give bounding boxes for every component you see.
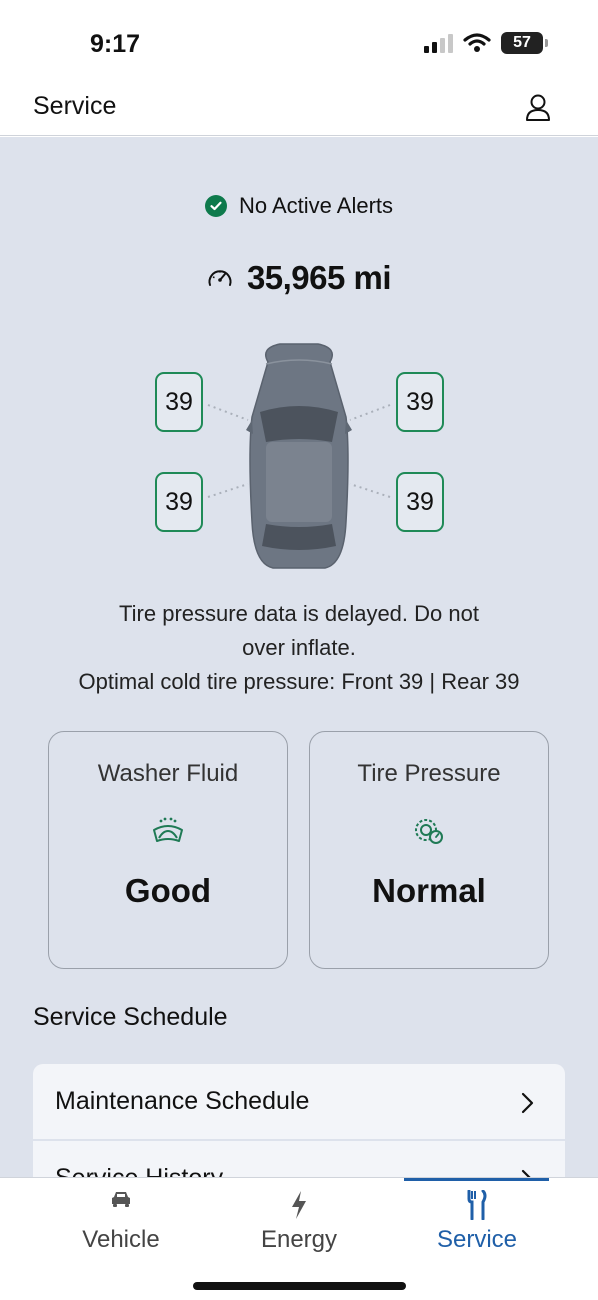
tire-note-line-3: Optimal cold tire pressure: Front 39 | R… [78, 669, 520, 694]
tire-pressure-icon [415, 819, 443, 844]
tab-vehicle-label: Vehicle [82, 1226, 160, 1253]
check-circle-icon [204, 195, 227, 217]
service-content: No Active Alerts 35,965 mi 39 39 39 39 T… [0, 137, 598, 1177]
tab-energy[interactable]: Energy [209, 1178, 389, 1268]
service-schedule-heading: Service Schedule [33, 1003, 228, 1031]
person-icon [526, 94, 550, 121]
tab-service[interactable]: Service [387, 1178, 567, 1268]
tire-pressure-diagram: 39 39 39 39 [150, 342, 448, 572]
list-item-service-history[interactable]: Service History [33, 1141, 565, 1177]
tire-rear-left: 39 [155, 472, 203, 532]
service-schedule-list: Maintenance Schedule Service History [33, 1064, 565, 1177]
battery-icon: 57 [501, 32, 548, 54]
washer-fluid-title: Washer Fluid [97, 760, 239, 787]
car-icon [112, 1192, 130, 1207]
page-title: Service [33, 92, 117, 120]
tab-energy-label: Energy [260, 1226, 338, 1253]
wifi-icon [463, 33, 491, 52]
tire-front-right: 39 [396, 372, 444, 432]
chevron-right-icon [521, 1169, 531, 1177]
app-header: Service [0, 80, 598, 136]
tab-vehicle[interactable]: Vehicle [31, 1178, 211, 1268]
chevron-right-icon [521, 1092, 534, 1114]
tire-pressure-card[interactable]: Tire Pressure Normal [309, 731, 549, 969]
profile-button[interactable] [522, 92, 554, 124]
gauge-icon [208, 270, 232, 286]
status-icons: 57 [423, 32, 548, 54]
status-bar: 9:17 57 [0, 0, 598, 80]
list-item-maintenance-schedule[interactable]: Maintenance Schedule [33, 1064, 565, 1141]
status-time: 9:17 [90, 30, 141, 58]
washer-fluid-card[interactable]: Washer Fluid Good [48, 731, 288, 969]
tire-front-right-value: 39 [406, 387, 434, 416]
tire-rear-right-value: 39 [406, 487, 434, 516]
tire-note-line-1: Tire pressure data is delayed. Do not [119, 601, 479, 626]
odometer-value: 35,965 mi [246, 259, 392, 296]
lightning-icon [292, 1191, 306, 1219]
washer-fluid-value: Good [124, 872, 212, 909]
odometer: 35,965 mi [0, 259, 598, 297]
list-item-label: Service History [55, 1164, 223, 1177]
tire-pressure-value: Normal [372, 872, 486, 909]
home-indicator[interactable] [193, 1282, 406, 1290]
alerts-text: No Active Alerts [238, 193, 394, 218]
tire-front-left: 39 [155, 372, 203, 432]
tire-pressure-note: Tire pressure data is delayed. Do not ov… [40, 597, 558, 699]
tire-pressure-title: Tire Pressure [357, 760, 501, 787]
windshield-washer-icon [153, 817, 183, 842]
tab-service-label: Service [436, 1226, 518, 1253]
tools-icon [467, 1190, 487, 1220]
battery-level: 57 [513, 34, 531, 51]
tire-rear-right: 39 [396, 472, 444, 532]
list-item-label: Maintenance Schedule [55, 1087, 310, 1115]
tire-note-line-2: over inflate. [242, 635, 356, 660]
alerts-status: No Active Alerts [0, 193, 598, 219]
tire-front-left-value: 39 [165, 387, 193, 416]
tire-rear-left-value: 39 [165, 487, 193, 516]
signal-icon [424, 34, 453, 53]
